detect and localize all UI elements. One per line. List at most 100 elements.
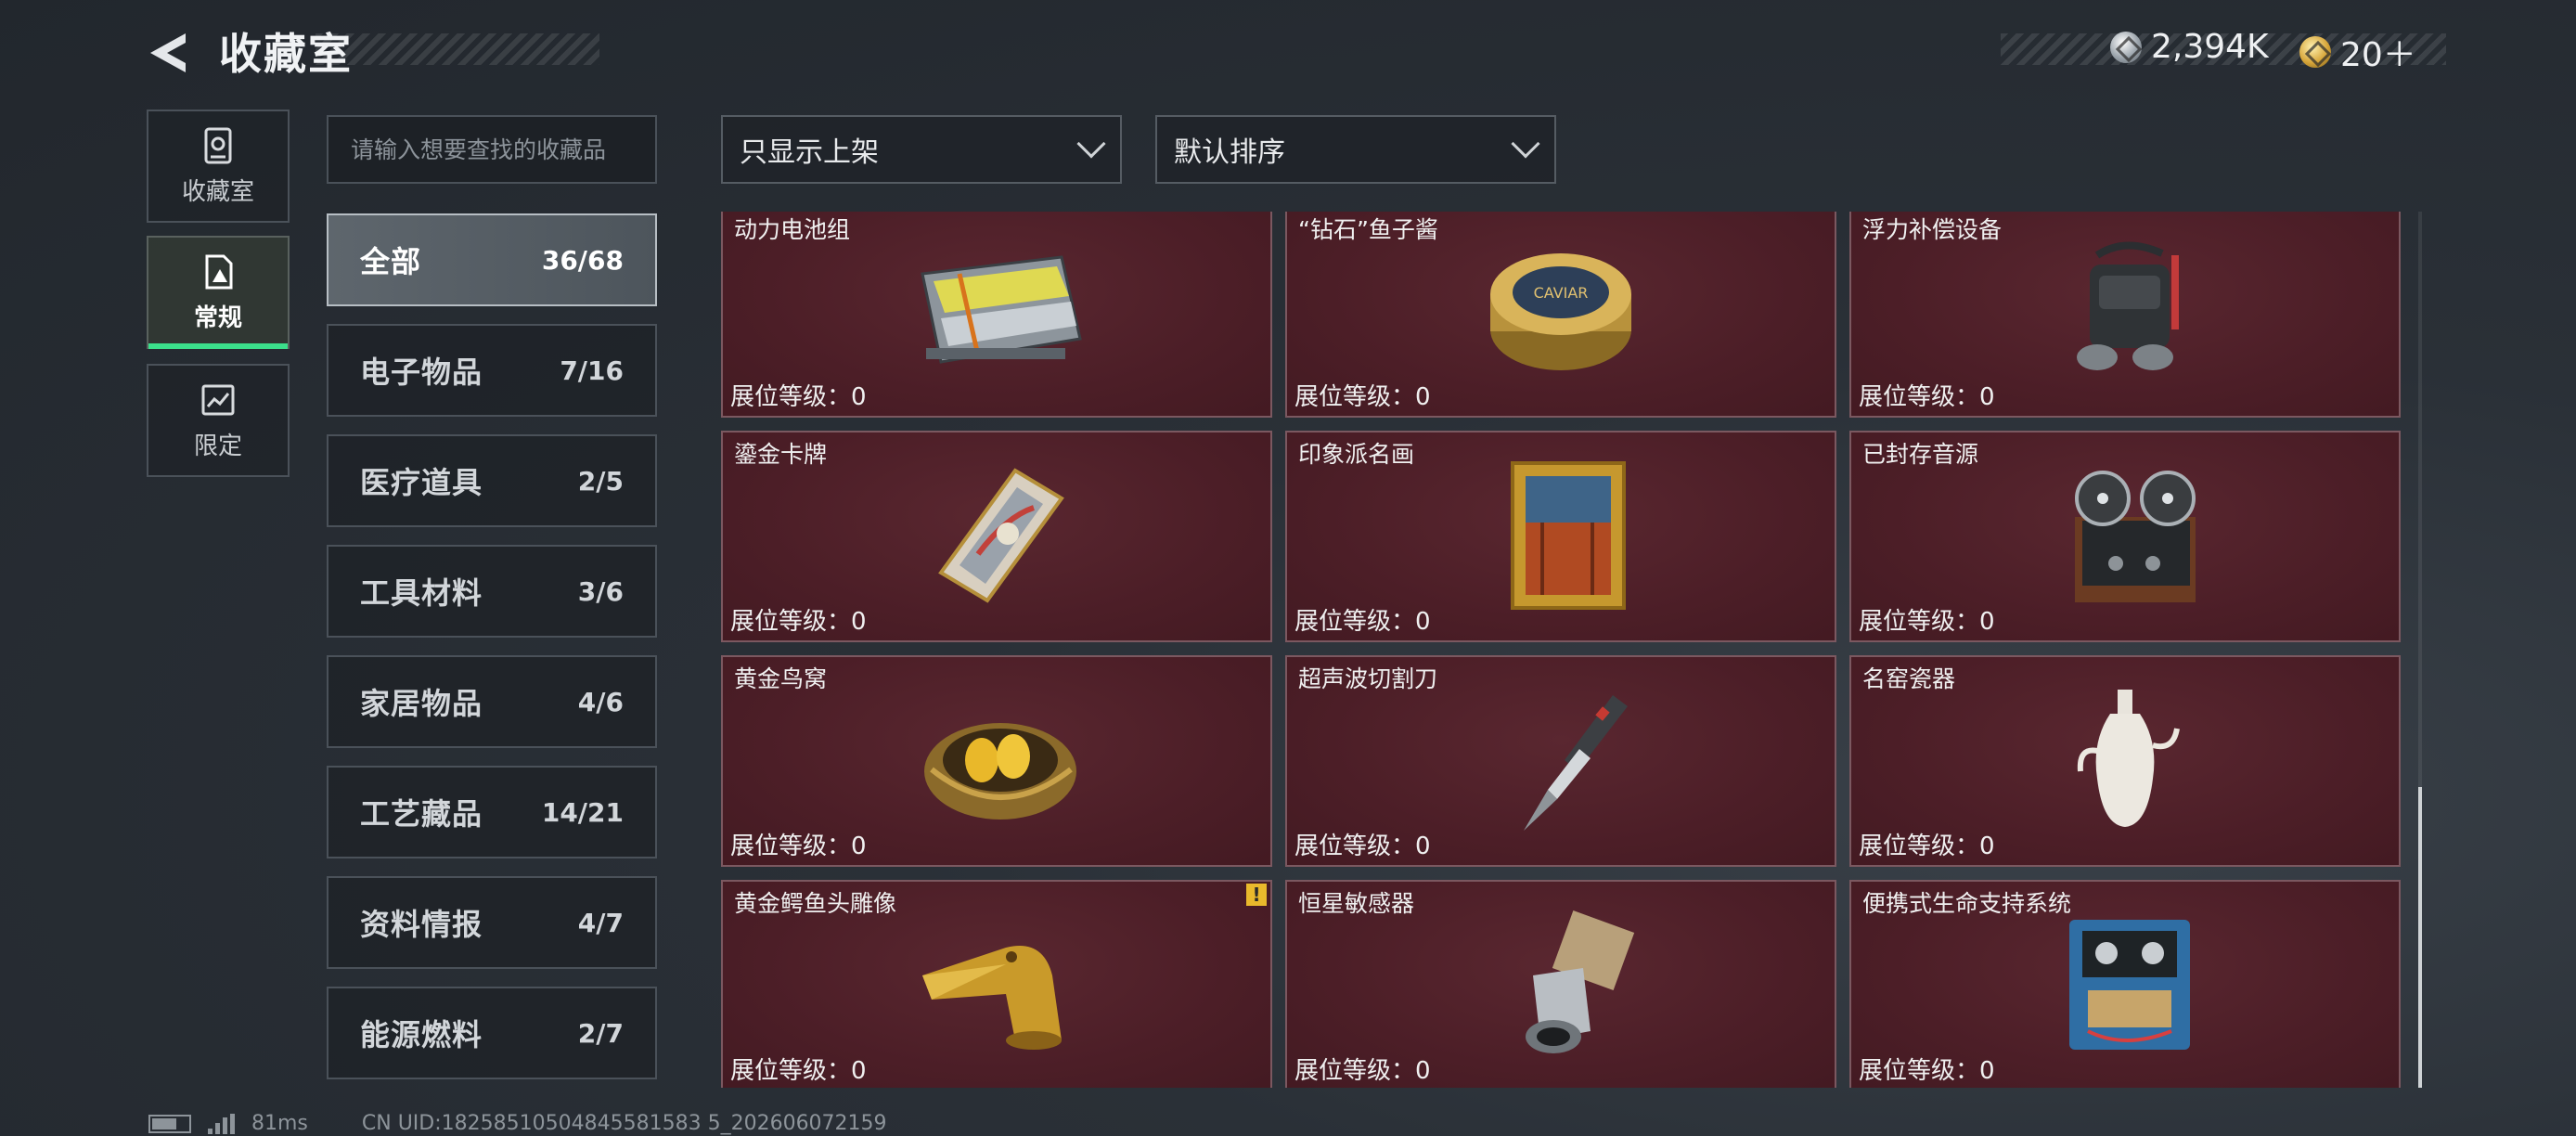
item-name: 鎏金卡牌 [734,441,828,468]
collection-item-card[interactable]: 已封存音源 展位等级：0 [1849,431,2401,642]
porcelain-vase-icon [2028,681,2222,839]
category-name: 能源燃料 [360,1017,483,1052]
level-label: 展位等级： [1294,1057,1416,1085]
collection-item-card[interactable]: 超声波切割刀 展位等级：0 [1285,655,1836,867]
user-uid: CN UID:18258510504845581583 5_2026060721… [361,1112,887,1135]
category-energy[interactable]: 能源燃料 2/7 [327,987,657,1079]
currency-value: 2,394K [2151,28,2269,66]
shelf-filter-dropdown[interactable]: 只显示上架 [721,115,1122,184]
top-bar: 收藏室 2,394K 20＋ [0,0,2576,102]
level-value: 0 [1415,833,1431,860]
level-value: 0 [1415,1057,1431,1085]
gold-crocodile-icon [899,906,1094,1064]
collection-room-icon [204,127,232,163]
rail-tab-collection-room[interactable]: 收藏室 [147,110,290,223]
level-label: 展位等级： [730,383,852,411]
category-household[interactable]: 家居物品 4/6 [327,655,657,748]
booth-level: 展位等级：0 [730,1052,867,1086]
collection-item-card[interactable]: 浮力补偿设备 展位等级：0 [1849,212,2401,418]
item-name: 浮力补偿设备 [1862,216,2003,243]
booth-level: 展位等级：0 [1294,378,1431,412]
ultrasonic-cutter-icon [1463,681,1658,839]
item-name: 印象派名画 [1298,441,1415,468]
collection-item-card[interactable]: “钻石”鱼子酱 CAVIAR 展位等级：0 [1285,212,1836,418]
rail-tab-label: 常规 [193,303,242,332]
category-crafts[interactable]: 工艺藏品 14/21 [327,766,657,858]
warning-badge-icon[interactable]: ! [1246,884,1267,906]
level-value: 0 [1415,608,1431,636]
title-decoration [316,33,599,65]
category-name: 全部 [360,244,422,279]
search-input[interactable] [351,136,648,163]
booth-level: 展位等级：0 [1294,827,1431,861]
dropdown-value: 默认排序 [1174,136,1285,169]
category-intel[interactable]: 资料情报 4/7 [327,876,657,969]
rail-tab-regular[interactable]: 常规 [147,236,290,349]
grid-scrollbar[interactable] [2418,212,2422,1088]
level-value: 0 [1979,1057,1995,1085]
category-count: 3/6 [577,575,624,607]
category-name: 工具材料 [360,575,483,611]
battery-pack-icon [899,232,1094,390]
level-label: 展位等级： [1294,383,1416,411]
category-all[interactable]: 全部 36/68 [327,213,657,306]
scrollbar-thumb[interactable] [2418,787,2422,1088]
category-name: 医疗道具 [360,465,483,500]
category-medical[interactable]: 医疗道具 2/5 [327,434,657,527]
level-label: 展位等级： [1859,833,1980,860]
level-label: 展位等级： [730,608,852,636]
level-label: 展位等级： [1859,383,1980,411]
page-title: 收藏室 [219,29,353,79]
level-label: 展位等级： [730,833,852,860]
currency-silver: 2,394K [2110,28,2269,66]
collection-item-card[interactable]: 黄金鳄鱼头雕像 ! 展位等级：0 [721,880,1272,1088]
silver-coin-icon [2110,31,2142,63]
life-support-icon [2028,906,2222,1064]
category-count: 7/16 [560,355,624,386]
back-arrow-icon [150,33,186,72]
category-count: 14/21 [541,796,624,828]
category-tools[interactable]: 工具材料 3/6 [327,545,657,638]
golden-nest-icon [899,681,1094,839]
booth-level: 展位等级：0 [1859,378,1995,412]
item-name: 动力电池组 [734,216,851,243]
level-value: 0 [851,608,867,636]
booth-level: 展位等级：0 [1859,1052,1995,1086]
booth-level: 展位等级：0 [1294,602,1431,637]
collection-item-card[interactable]: 动力电池组 展位等级：0 [721,212,1272,418]
currency-value: 20＋ [2340,36,2416,74]
regular-icon [205,254,233,289]
collection-item-card[interactable]: 恒星敏感器 展位等级：0 [1285,880,1836,1088]
category-electronics[interactable]: 电子物品 7/16 [327,324,657,417]
level-value: 0 [1415,383,1431,411]
item-name: 已封存音源 [1862,441,1979,468]
level-label: 展位等级： [1859,608,1980,636]
item-name: 超声波切割刀 [1298,665,1438,692]
item-name: 黄金鸟窝 [734,665,828,692]
collection-item-card[interactable]: 鎏金卡牌 展位等级：0 [721,431,1272,642]
booth-level: 展位等级：0 [730,827,867,861]
category-name: 家居物品 [360,686,483,721]
back-button[interactable] [147,30,193,76]
limited-icon [201,384,235,415]
rail-tab-label: 限定 [193,432,242,460]
sort-dropdown[interactable]: 默认排序 [1155,115,1556,184]
level-value: 0 [851,383,867,411]
collection-item-card[interactable]: 名窑瓷器 展位等级：0 [1849,655,2401,867]
status-footer: 81ms CN UID:18258510504845581583 5_20260… [148,1112,887,1135]
booth-level: 展位等级：0 [1294,1052,1431,1086]
booth-level: 展位等级：0 [730,378,867,412]
level-value: 0 [851,833,867,860]
item-name: 恒星敏感器 [1298,890,1415,917]
ping-value: 81ms [251,1112,308,1135]
rail-tab-label: 收藏室 [181,177,254,206]
collection-item-card[interactable]: 黄金鸟窝 展位等级：0 [721,655,1272,867]
collection-item-card[interactable]: 便携式生命支持系统 展位等级：0 [1849,880,2401,1088]
buoyancy-device-icon [2028,232,2222,390]
collection-item-card[interactable]: 印象派名画 展位等级：0 [1285,431,1836,642]
search-box[interactable] [327,115,657,184]
item-name: “钻石”鱼子酱 [1298,216,1438,243]
rail-tab-limited[interactable]: 限定 [147,364,290,477]
chevron-down-icon [1076,129,1106,159]
category-count: 2/7 [577,1017,624,1049]
